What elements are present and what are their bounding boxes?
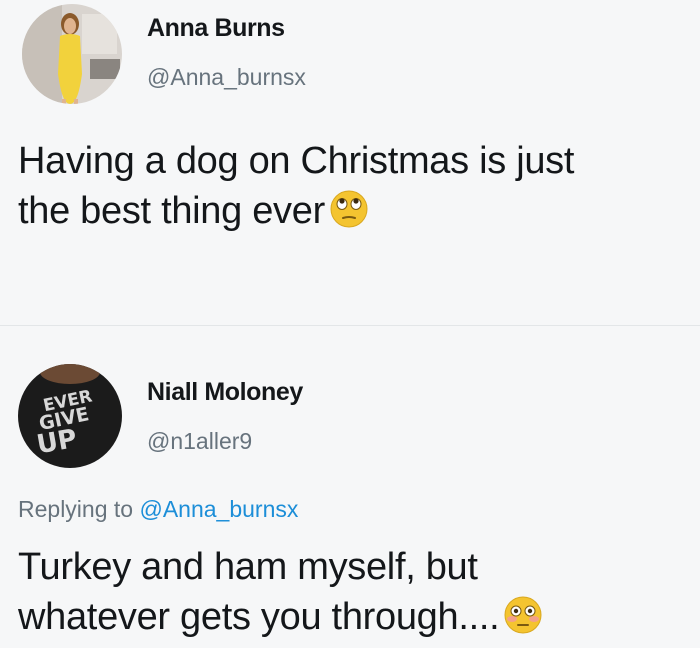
tweet-text-line: Turkey and ham myself, but [18, 546, 478, 588]
replying-to: Replying to @Anna_burnsx [18, 496, 298, 523]
avatar-photo: EVER GIVE UP [18, 364, 122, 468]
replying-to-label: Replying to [18, 496, 140, 522]
avatar-photo [22, 4, 122, 104]
tweet-text-line: whatever gets you through.... [18, 592, 688, 648]
tweet-text-segment: the best thing ever [18, 190, 325, 232]
tweet[interactable]: Anna Burns @Anna_burnsx Having a dog on … [0, 0, 700, 326]
display-name[interactable]: Anna Burns [147, 14, 285, 43]
user-handle[interactable]: @Anna_burnsx [147, 64, 306, 91]
flushed-face-icon [503, 595, 543, 648]
avatar[interactable] [22, 4, 122, 104]
tweet-text-line: Having a dog on Christmas is just [18, 140, 575, 182]
face-with-rolling-eyes-icon [329, 189, 369, 242]
avatar[interactable]: EVER GIVE UP [18, 364, 122, 468]
tweet-text-segment: whatever gets you through.... [18, 596, 500, 638]
reply-tweet[interactable]: EVER GIVE UP Niall Moloney @n1aller9 Rep… [0, 326, 700, 646]
user-handle[interactable]: @n1aller9 [147, 428, 252, 455]
display-name[interactable]: Niall Moloney [147, 378, 303, 407]
tweet-text-line: the best thing ever [18, 186, 688, 242]
tweet-text: Having a dog on Christmas is just the be… [18, 136, 688, 242]
mention-link[interactable]: @Anna_burnsx [139, 496, 298, 522]
tweet-text: Turkey and ham myself, but whatever gets… [18, 542, 688, 648]
